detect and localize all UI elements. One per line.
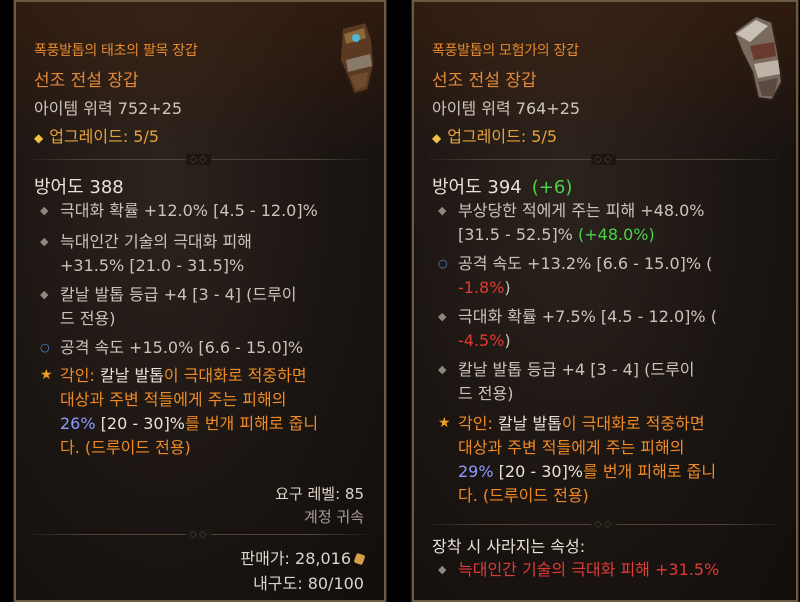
affix-line: ◆ 극대화 확률 +12.0% [4.5 - 12.0]%: [40, 199, 368, 223]
affix-bullet-icon: ◆: [438, 310, 447, 323]
section-divider: ◇◇: [30, 154, 368, 165]
item-power: 아이템 위력 764+25: [432, 99, 581, 118]
armor-value: 방어도 388: [34, 177, 124, 198]
section-divider: ◇◇: [428, 519, 780, 530]
affix-line: ◆ 칼날 발톱 등급 +4 [3 - 4] (드루이 드 전용): [40, 285, 297, 328]
section-divider: ◇◇: [428, 154, 780, 165]
item-tooltip-equipped: 폭풍발톱의 태초의 팔목 장갑 선조 전설 장갑 아이템 위력 752+25 ◆…: [13, 0, 387, 602]
affix-line: ◆ 극대화 확률 +7.5% [4.5 - 12.0]% ( -4.5%): [438, 307, 717, 350]
section-divider: ◇◇: [30, 529, 368, 540]
affix-bullet-icon: ◆: [40, 235, 49, 248]
item-rarity: 선조 전설 장갑: [432, 71, 537, 91]
affix-line: ○ 공격 속도 +15.0% [6.6 - 15.0]%: [40, 336, 368, 360]
upgrade-diamond-icon: ◆: [432, 131, 442, 145]
legendary-aspect: ★ 각인: 칼날 발톱이 극대화로 적중하면 대상과 주변 적들에게 주는 피해…: [40, 364, 368, 460]
gold-coin-icon: [353, 552, 366, 566]
account-bound: 계정 귀속: [304, 508, 364, 526]
legendary-aspect: ★ 각인: 칼날 발톱이 극대화로 적중하면 대상과 주변 적들에게 주는 피해…: [438, 412, 780, 508]
item-power: 아이템 위력 752+25: [34, 99, 183, 118]
upgrade-status: ◆ 업그레이드: 5/5: [432, 127, 558, 146]
affix-line: ◆ 칼날 발톱 등급 +4 [3 - 4] (드루이 드 전용): [438, 360, 695, 403]
affix-bullet-icon: ◆: [438, 204, 447, 217]
item-name: 폭풍발톱의 태초의 팔목 장갑: [34, 43, 198, 59]
affix-bullet-icon: ◆: [40, 288, 49, 301]
required-level: 요구 레벨: 85: [275, 485, 364, 503]
affix-bullet-icon: ◆: [438, 563, 447, 576]
affix-bullet-icon: ◆: [40, 204, 49, 217]
affix-line: ◆ 늑대인간 기술의 극대화 피해 +31.5% [21.0 - 31.5]%: [40, 232, 252, 275]
item-rarity: 선조 전설 장갑: [34, 71, 139, 91]
lost-affix-line: ◆ 늑대인간 기술의 극대화 피해 +31.5%: [438, 558, 780, 582]
attack-speed-bullet-icon: ○: [40, 341, 50, 354]
lost-affixes-title: 장착 시 사라지는 속성:: [432, 537, 586, 556]
upgrade-diamond-icon: ◆: [34, 131, 44, 145]
armor-value: 방어도 394 (+6): [432, 177, 573, 198]
durability: 내구도: 80/100: [253, 574, 364, 593]
aspect-star-icon: ★: [40, 367, 53, 383]
sell-value: 판매가: 28,016: [240, 545, 366, 569]
glove-item-icon: [338, 20, 376, 96]
affix-bullet-icon: ◆: [438, 363, 447, 376]
attack-speed-bullet-icon: ○: [438, 257, 448, 270]
upgrade-status: ◆ 업그레이드: 5/5: [34, 127, 160, 146]
affix-line: ◆ 부상당한 적에게 주는 피해 +48.0% [31.5 - 52.5]% (…: [438, 201, 705, 244]
item-name: 폭풍발톱의 모험가의 장갑: [432, 43, 579, 59]
aspect-star-icon: ★: [438, 415, 451, 431]
glove-item-icon: [732, 14, 784, 102]
affix-line: ○ 공격 속도 +13.2% [6.6 - 15.0]% ( -1.8%): [438, 254, 713, 297]
item-tooltip-compare: 폭풍발톱의 모험가의 장갑 선조 전설 장갑 아이템 위력 764+25 ◆ 업그…: [411, 0, 799, 602]
